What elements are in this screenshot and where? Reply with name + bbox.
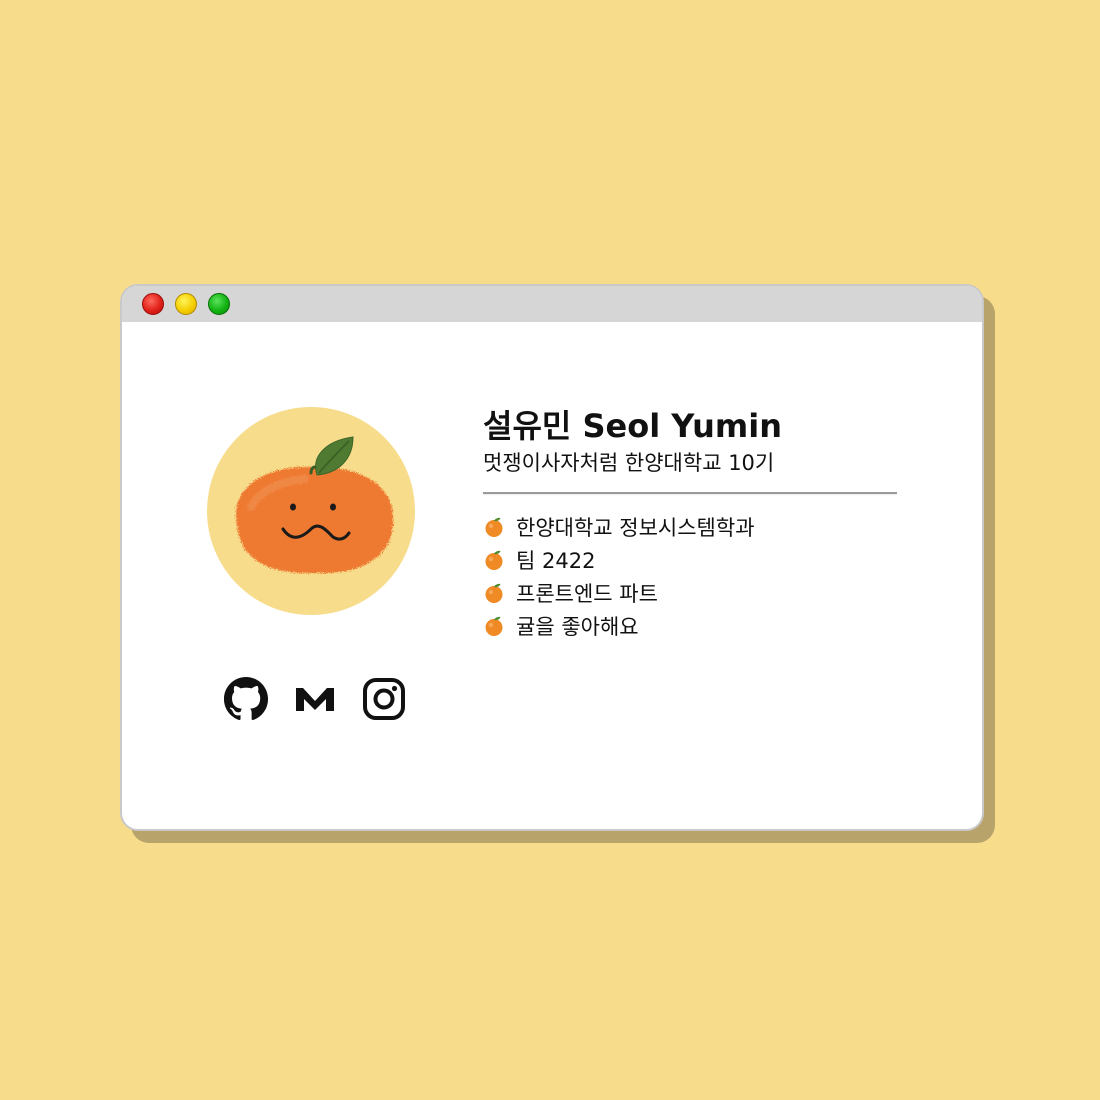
fact-list: 한양대학교 정보시스템학과 팀 2422 프론트엔드 파트 귤을 좋아해요	[483, 510, 903, 642]
list-item: 팀 2422	[483, 543, 903, 576]
fact-text: 귤을 좋아해요	[516, 614, 639, 639]
fact-text: 프론트엔드 파트	[516, 581, 658, 606]
social-links	[223, 676, 413, 722]
close-button[interactable]	[142, 293, 164, 315]
profile-window: 설유민 Seol Yumin 멋쟁이사자처럼 한양대학교 10기 한양대학교 정…	[120, 284, 984, 831]
maximize-button[interactable]	[208, 293, 230, 315]
tangerine-icon	[485, 616, 503, 636]
divider	[483, 492, 897, 494]
tangerine-icon	[485, 517, 503, 537]
fact-text: 팀 2422	[516, 548, 596, 573]
list-item: 프론트엔드 파트	[483, 576, 903, 609]
profile-subtitle: 멋쟁이사자처럼 한양대학교 10기	[483, 451, 775, 475]
list-item: 귤을 좋아해요	[483, 609, 903, 642]
tangerine-icon	[485, 583, 503, 603]
instagram-icon[interactable]	[361, 676, 407, 722]
profile-info: 설유민 Seol Yumin 멋쟁이사자처럼 한양대학교 10기 한양대학교 정…	[483, 406, 903, 658]
github-icon[interactable]	[223, 676, 269, 722]
medium-icon[interactable]	[292, 676, 338, 722]
fact-text: 한양대학교 정보시스템학과	[516, 515, 755, 540]
window-titlebar[interactable]	[122, 286, 982, 322]
tangerine-icon	[485, 550, 503, 570]
avatar	[207, 407, 415, 615]
minimize-button[interactable]	[175, 293, 197, 315]
profile-name: 설유민 Seol Yumin	[483, 407, 783, 445]
tangerine-face-icon	[235, 436, 394, 574]
list-item: 한양대학교 정보시스템학과	[483, 510, 903, 543]
